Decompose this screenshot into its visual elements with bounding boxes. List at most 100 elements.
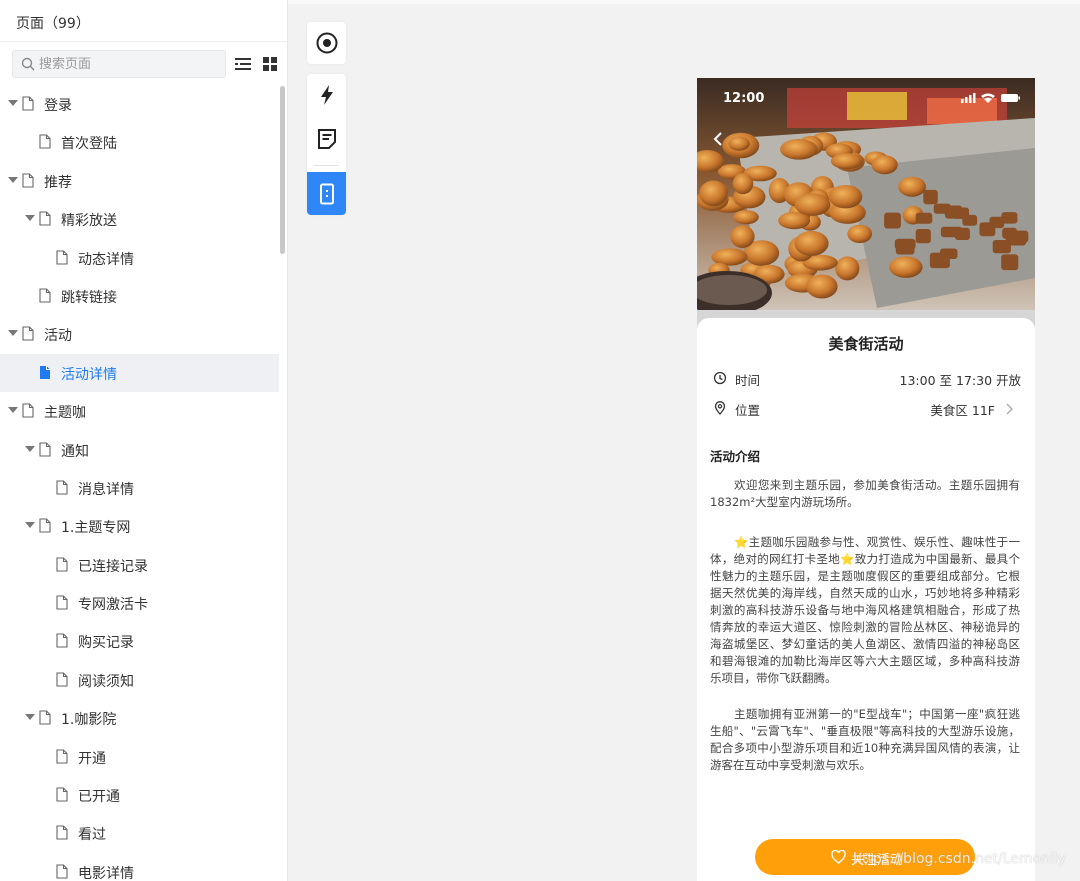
tree-item-label: 通知 <box>61 443 89 460</box>
tree-item[interactable]: 1.主题专网 <box>0 507 279 545</box>
search-box[interactable] <box>12 50 226 78</box>
chevron-right-icon <box>1006 403 1013 415</box>
device-icon <box>320 183 334 205</box>
grid-view-icon[interactable] <box>261 55 279 73</box>
tree-item[interactable]: 消息详情 <box>0 469 279 507</box>
interaction-button[interactable] <box>307 74 346 116</box>
tree-item[interactable]: 动态详情 <box>0 239 279 277</box>
tree-item[interactable]: 跳转链接 <box>0 277 279 315</box>
tree-item-label: 主题咖 <box>44 405 86 422</box>
page-icon <box>56 480 68 495</box>
intro-paragraph-1: 欢迎您来到主题乐园，参加美食街活动。主题乐园拥有1832m²大型室内游玩场所。 <box>710 478 1020 509</box>
page-icon <box>22 326 34 341</box>
tree-item-label: 已开通 <box>78 789 120 806</box>
page-sidebar: 页面（99） 登录首次登陆推荐精彩放送动态详情跳转链接活动活动详情主题咖通知消息… <box>0 0 288 881</box>
search-input[interactable] <box>39 54 219 74</box>
tree-item-label: 活动详情 <box>61 366 117 383</box>
tree-item-label: 专网激活卡 <box>78 597 148 614</box>
heart-icon <box>831 850 846 864</box>
caret-down-icon[interactable] <box>8 330 18 337</box>
page-icon <box>39 211 51 226</box>
intro-title: 活动介绍 <box>710 449 761 464</box>
tree-item[interactable]: 购买记录 <box>0 622 279 660</box>
tree-item[interactable]: 精彩放送 <box>0 200 279 238</box>
tree-item-label: 消息详情 <box>78 481 134 498</box>
tree-item[interactable]: 通知 <box>0 431 279 469</box>
device-button[interactable] <box>307 172 346 215</box>
tree-item-label: 开通 <box>78 750 106 767</box>
toolbar-group <box>307 74 346 215</box>
page-icon <box>40 365 50 379</box>
tree-item[interactable]: 登录 <box>0 85 279 123</box>
page-icon <box>39 288 51 303</box>
time-row: 时间 13:00 至 17:30 开放 <box>713 369 1021 389</box>
caret-down-icon[interactable] <box>8 176 18 183</box>
page-icon <box>56 864 68 879</box>
page-icon <box>39 518 51 533</box>
tree-item-label: 精彩放送 <box>61 213 117 230</box>
status-icons <box>961 93 1020 103</box>
page-icon <box>22 96 34 111</box>
tree-item[interactable]: 1.咖影院 <box>0 699 279 737</box>
back-icon[interactable] <box>711 130 725 148</box>
tree-item[interactable]: 专网激活卡 <box>0 584 279 622</box>
caret-down-icon[interactable] <box>25 215 35 222</box>
page-icon <box>56 557 68 572</box>
sidebar-scrollbar[interactable] <box>280 86 285 254</box>
clock-icon <box>713 371 727 385</box>
page-icon <box>22 173 34 188</box>
list-view-icon[interactable] <box>234 55 252 73</box>
page-icon <box>56 787 68 802</box>
notes-button[interactable] <box>307 118 346 160</box>
time-label: 时间 <box>735 373 761 388</box>
tree-item-label: 首次登陆 <box>61 136 117 153</box>
caret-down-icon[interactable] <box>25 522 35 529</box>
watermark: https://blog.csdn.net/Lemonlly <box>853 851 1067 867</box>
search-icon <box>21 57 35 71</box>
sidebar-title: 页面（99） <box>0 0 287 42</box>
page-icon <box>56 672 68 687</box>
tree-item[interactable]: 已连接记录 <box>0 546 279 584</box>
tree-item-label: 1.咖影院 <box>61 712 117 729</box>
page-icon <box>39 441 51 457</box>
caret-down-icon[interactable] <box>25 714 35 721</box>
tree-item-label: 阅读须知 <box>78 673 134 690</box>
caret-down-icon[interactable] <box>8 100 18 106</box>
intro-paragraph-3: 主题咖拥有亚洲第一的"E型战车"；中国第一座"疯狂逃生船"、"云霄飞车"、"垂直… <box>710 707 1020 772</box>
activity-card: 美食街活动 时间 13:00 至 17:30 开放 位置 美食区 11F 活动介… <box>697 318 1035 881</box>
tree-item-label: 动态详情 <box>78 251 134 268</box>
tree-item-label: 1.主题专网 <box>61 520 131 537</box>
tree-item[interactable]: 看过 <box>0 814 279 852</box>
search-row <box>12 50 282 78</box>
tree-item[interactable]: 开通 <box>0 738 279 776</box>
toolbar-group-top <box>307 22 346 64</box>
phone-preview: 12:00 美食街活动 时间 13:00 至 17:30 开放 位置 美食区 1… <box>697 78 1035 881</box>
page-icon <box>56 250 68 265</box>
tree-item-label: 活动 <box>44 328 72 345</box>
tree-item[interactable]: 活动 <box>0 315 279 353</box>
location-row[interactable]: 位置 美食区 11F <box>713 399 1021 419</box>
activity-title: 美食街活动 <box>828 335 904 353</box>
tree-item[interactable]: 活动详情 <box>0 353 279 393</box>
location-pin-icon <box>714 401 726 415</box>
top-divider <box>288 0 1080 4</box>
tree-item-label: 登录 <box>44 98 72 114</box>
toolbar-divider <box>314 165 339 166</box>
tree-item[interactable]: 推荐 <box>0 162 279 200</box>
tree-item[interactable]: 已开通 <box>0 776 279 814</box>
caret-down-icon[interactable] <box>8 407 18 414</box>
lightning-icon <box>321 85 333 105</box>
time-value: 13:00 至 17:30 开放 <box>899 373 1021 388</box>
target-button[interactable] <box>307 22 346 64</box>
status-time: 12:00 <box>723 91 765 106</box>
tree-item-label: 推荐 <box>44 174 72 191</box>
tree-item[interactable]: 阅读须知 <box>0 661 279 699</box>
tree-item[interactable]: 首次登陆 <box>0 123 279 161</box>
tree-item[interactable]: 电影详情 <box>0 853 279 881</box>
status-bar: 12:00 <box>697 78 1035 118</box>
page-tree: 登录首次登陆推荐精彩放送动态详情跳转链接活动活动详情主题咖通知消息详情 1.主题专… <box>0 85 279 881</box>
tree-item-label: 跳转链接 <box>61 289 117 306</box>
intro-paragraph-2: ⭐主题咖乐园融参与性、观赏性、娱乐性、趣味性于一体，绝对的网红打卡圣地⭐致力打造… <box>710 535 1020 685</box>
caret-down-icon[interactable] <box>25 445 35 452</box>
tree-item[interactable]: 主题咖 <box>0 392 279 430</box>
